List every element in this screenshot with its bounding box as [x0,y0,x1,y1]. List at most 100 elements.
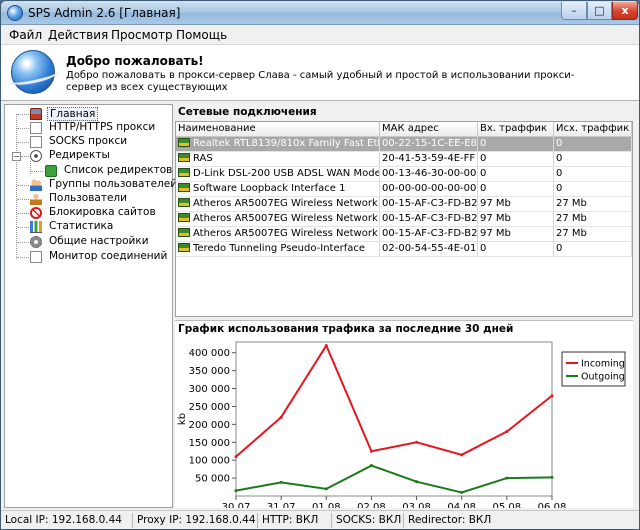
status-separator [331,513,332,528]
tree-collapse-toggle[interactable]: − [12,152,21,161]
network-card-icon [178,198,190,207]
tree-guide-line [31,171,43,172]
cell-text: 00-15-AF-C3-FD-B2 [382,198,478,209]
x-tick-label: 31.07 [267,502,296,508]
user-icon [30,193,42,205]
cell-incoming: 0 [478,152,554,167]
home-icon [30,108,42,120]
table-row[interactable]: D-Link DSL-200 USB ADSL WAN Modem 00-13-4… [176,167,632,182]
table-row[interactable]: Teredo Tunneling Pseudo-Interface 02-00-5… [176,242,632,257]
cell-outgoing: 0 [554,242,632,257]
cell-name: Atheros AR5007EG Wireless Network Adapte… [176,197,380,212]
x-tick-label: 04.08 [447,502,476,508]
cell-mac: 00-15-AF-C3-FD-B2 [380,212,478,227]
cell-text: 27 Mb [556,213,587,224]
tree-item-label: Редиректы [49,149,110,161]
cell-incoming: 0 [478,167,554,182]
network-card-icon [178,168,190,177]
cell-text: D-Link DSL-200 USB ADSL WAN Modem [193,168,380,179]
cell-mac: 00-15-AF-C3-FD-B2 [380,197,478,212]
cell-name: Atheros AR5007EG Wireless Network Adapte… [176,227,380,242]
table-row[interactable]: Atheros AR5007EG Wireless Network Adapte… [176,197,632,212]
users-group-icon [30,179,42,191]
menu-help[interactable]: Помощь [176,28,227,42]
data-point-outgoing [369,464,373,468]
cell-incoming: 97 Mb [478,212,554,227]
legend-label: Incoming [581,359,625,370]
column-header-incoming[interactable]: Вх. траффик [478,122,554,137]
column-header-outgoing[interactable]: Исх. траффик [554,122,632,137]
column-header-mac[interactable]: МАК адрес [380,122,478,137]
table-row[interactable]: Realtek RTL8139/810x Family Fast Etherne… [176,137,632,152]
welcome-title: Добро пожаловать! [66,54,204,68]
cell-name: Teredo Tunneling Pseudo-Interface [176,242,380,257]
data-point-outgoing [550,475,554,479]
tree-item-label: Статистика [49,220,114,232]
tree-item-label: HTTP/HTTPS прокси [49,121,156,133]
cell-text: 0 [480,183,487,194]
page-icon [30,136,42,148]
connections-table: Наименование МАК адрес Вх. траффик Исх. … [175,121,633,317]
status-separator [132,513,133,528]
cell-text: 02-00-54-55-4E-01 [382,243,477,254]
network-card-icon [178,138,190,147]
data-point-incoming [324,344,328,348]
tree-guide-line [17,257,29,258]
cell-incoming: 0 [478,137,554,152]
cell-text: 0 [556,183,563,194]
y-tick-label: 400 000 [189,348,230,359]
cell-outgoing: 0 [554,152,632,167]
x-tick-label: 05.08 [493,502,522,508]
table-row[interactable]: Atheros AR5007EG Wireless Network Adapte… [176,212,632,227]
menu-view[interactable]: Просмотр [111,28,173,42]
column-header-name[interactable]: Наименование [176,122,380,137]
title-bar[interactable]: SPS Admin 2.6 [Главная] – □ x [1,1,639,25]
tree-item-label: Монитор соединений [49,250,168,262]
cell-text: 97 Mb [480,213,511,224]
tree-guide-line [17,128,29,129]
cell-outgoing: 27 Mb [554,212,632,227]
window-title: SPS Admin 2.6 [Главная] [28,6,181,20]
data-point-outgoing [279,480,283,484]
cell-text: 00-15-AF-C3-FD-B2 [382,228,478,239]
cell-name: Atheros AR5007EG Wireless Network Adapte… [176,212,380,227]
tree-item-label: Блокировка сайтов [49,206,156,218]
network-card-icon [178,213,190,222]
tree-item-label: Список редиректов [64,164,173,176]
legend-label: Outgoing [581,372,625,383]
maximize-button[interactable]: □ [587,2,612,20]
cell-name: RAS [176,152,380,167]
y-tick-label: 350 000 [189,366,230,377]
close-button[interactable]: x [612,2,638,20]
cell-text: 27 Mb [556,228,587,239]
cell-text: 0 [480,153,487,164]
menu-actions[interactable]: Действия [48,28,108,42]
cell-text: 27 Mb [556,198,587,209]
table-row[interactable]: Software Loopback Interface 1 00-00-00-00… [176,182,632,197]
table-row[interactable]: RAS 20-41-53-59-4E-FF 0 0 [176,152,632,167]
y-tick-label: 150 000 [189,438,230,449]
cell-text: 0 [480,243,487,254]
cell-outgoing: 0 [554,182,632,197]
monitor-icon [30,251,42,263]
y-axis-label: kb [177,413,188,425]
data-point-incoming [415,440,419,444]
cell-text: Teredo Tunneling Pseudo-Interface [193,243,366,254]
minimize-button[interactable]: – [561,2,587,20]
status-proxy-ip: Proxy IP: 192.168.0.44 [137,514,256,526]
chart-title: График использования трафика за последни… [178,323,514,335]
table-row[interactable]: Atheros AR5007EG Wireless Network Adapte… [176,227,632,242]
menu-file[interactable]: Файл [9,28,42,42]
cell-text: RAS [193,153,213,164]
cell-text: 00-15-AF-C3-FD-B2 [382,213,478,224]
cell-text: 97 Mb [480,198,511,209]
status-local-ip: Local IP: 192.168.0.44 [5,514,122,526]
cell-text: Software Loopback Interface 1 [193,183,346,194]
cell-incoming: 0 [478,182,554,197]
cell-text: 97 Mb [480,228,511,239]
x-tick-label: 02.08 [357,502,386,508]
connections-title: Сетевые подключения [178,106,317,118]
data-point-outgoing [415,480,419,484]
tree-item-label: Группы пользователей [49,178,178,190]
navigation-tree: − Главная HTTP/HTTPS прокси SOCKS прокси… [4,104,177,508]
